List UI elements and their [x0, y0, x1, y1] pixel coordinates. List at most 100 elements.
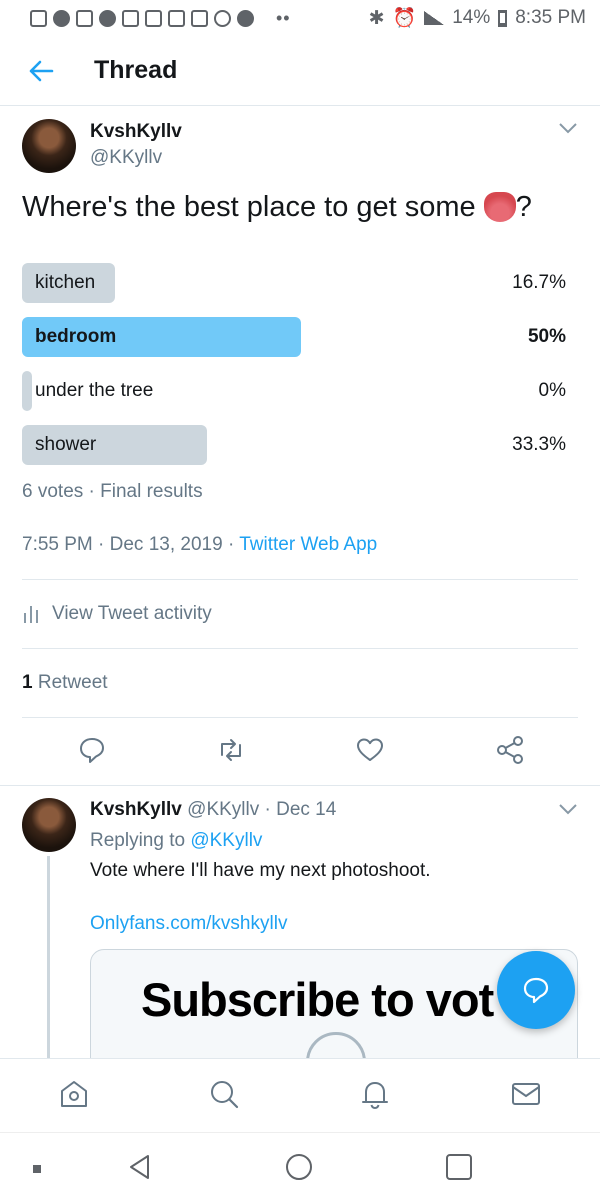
poll-option-percent: 50%: [527, 326, 566, 347]
tweet-menu-button[interactable]: [558, 121, 578, 139]
gmail-icon: [145, 9, 162, 27]
tweet-timestamp: 7:55 PM · Dec 13, 2019 · Twitter Web App: [22, 534, 377, 556]
tab-messages[interactable]: [509, 1077, 543, 1111]
share-icon: [497, 736, 523, 764]
retweet-label: Retweet: [37, 672, 108, 693]
home-icon: [61, 1081, 87, 1107]
bell-icon: [362, 1082, 388, 1110]
tweet-text: Where's the best place to get some ?: [22, 191, 532, 224]
chevron-down-icon: [559, 804, 577, 815]
card-image-text: Subscribe to vot: [141, 973, 494, 1026]
poll-option-label: kitchen: [35, 272, 96, 293]
thread-line: [47, 856, 50, 1058]
reply-icon: [80, 738, 104, 763]
home-circle-icon: [286, 1154, 312, 1180]
more-notifications-icon: ••: [276, 7, 291, 28]
tongue-emoji-icon: [483, 192, 516, 222]
poll-summary: 6 votes · Final results: [22, 481, 203, 502]
reply-handle-date: @KKyllv · Dec 14: [187, 799, 337, 820]
reply-header: KvshKyllv @KKyllv · Dec 14: [90, 799, 336, 821]
compose-reply-button[interactable]: [497, 951, 575, 1029]
replying-prefix: Replying to: [90, 830, 191, 851]
poll: kitchen 16.7% bedroom 50% under the tree…: [22, 263, 568, 479]
instagram-icon: [30, 9, 47, 27]
mail-icon: [512, 1083, 540, 1105]
divider: [22, 579, 578, 580]
battery-percent: 14%: [452, 7, 491, 28]
retweet-button[interactable]: [216, 735, 246, 765]
gmail-icon: [122, 9, 139, 27]
basketball-icon: [237, 9, 254, 27]
back-button[interactable]: [0, 59, 82, 83]
reply-author-name[interactable]: KvshKyllv: [90, 799, 182, 820]
alarm-icon: [214, 9, 231, 27]
poll-option-label: shower: [35, 434, 97, 455]
status-bar: •• ✱ ⏰ 14% 8:35 PM: [0, 0, 600, 36]
nav-home-button[interactable]: [285, 1153, 313, 1186]
divider: [22, 648, 578, 649]
poll-option: under the tree 0%: [22, 371, 568, 411]
retweet-count: 1: [22, 672, 33, 693]
reply-text: Vote where I'll have my next photoshoot.: [90, 860, 431, 881]
app-header: Thread: [0, 36, 600, 106]
avatar[interactable]: [22, 119, 76, 173]
view-activity-button[interactable]: View Tweet activity: [22, 603, 212, 625]
replying-to-handle[interactable]: @KKyllv: [190, 830, 262, 851]
retweet-stats[interactable]: 1 Retweet: [22, 672, 108, 694]
clock: 8:35 PM: [515, 7, 586, 28]
tweet-text-body: Where's the best place to get some: [22, 191, 476, 223]
avatar[interactable]: [22, 798, 76, 852]
heart-icon: [357, 738, 383, 761]
replying-to: Replying to @KKyllv: [90, 830, 262, 852]
messenger-icon: [53, 9, 70, 27]
poll-option-percent: 16.7%: [512, 272, 566, 293]
signal-icon: [424, 11, 445, 25]
recents-dot-icon[interactable]: [32, 1161, 42, 1179]
alarm-clock-icon: ⏰: [392, 8, 417, 29]
search-icon: [211, 1081, 239, 1109]
share-button[interactable]: [495, 735, 525, 765]
nav-recents-button[interactable]: [445, 1153, 473, 1186]
tweet-text-suffix: ?: [515, 191, 532, 223]
tab-notifications[interactable]: [358, 1077, 392, 1111]
poll-option: shower 33.3%: [22, 425, 568, 465]
chevron-down-icon: [559, 123, 577, 134]
reply-link[interactable]: Onlyfans.com/kvshkyllv: [90, 913, 287, 935]
notification-icons: ••: [30, 8, 291, 29]
gmail-icon: [76, 9, 93, 27]
author-name: KvshKyllv: [90, 121, 182, 142]
poll-option-label: under the tree: [35, 380, 154, 401]
tweet-actions: [0, 735, 600, 771]
activity-label: View Tweet activity: [52, 603, 212, 624]
back-triangle-icon: [130, 1155, 149, 1179]
like-button[interactable]: [355, 735, 385, 765]
poll-option-winner: bedroom 50%: [22, 317, 568, 357]
bar-chart-icon: [24, 606, 38, 623]
reply-menu-button[interactable]: [558, 802, 578, 820]
poll-option-label: bedroom: [35, 326, 117, 347]
battery-icon: [498, 9, 508, 27]
lock-icon: [306, 1032, 366, 1058]
poll-option-percent: 33.3%: [512, 434, 566, 455]
nav-back-button[interactable]: [126, 1153, 154, 1186]
reply-icon: [523, 977, 549, 1004]
voicemail-icon: [191, 9, 208, 27]
poll-option-percent: 0%: [538, 380, 566, 401]
divider: [22, 717, 578, 718]
timestamp-text: 7:55 PM · Dec 13, 2019 ·: [22, 534, 240, 555]
tweet-author[interactable]: KvshKyllv @KKyllv: [90, 121, 182, 169]
poll-option: kitchen 16.7%: [22, 263, 568, 303]
bottom-tab-bar: [0, 1058, 600, 1132]
back-arrow-icon: [29, 60, 54, 81]
tab-home[interactable]: [57, 1077, 91, 1111]
tv-icon: [99, 9, 116, 27]
square-icon: [446, 1154, 472, 1180]
system-navigation-bar: [0, 1132, 600, 1200]
reply-button[interactable]: [77, 735, 107, 765]
source-link[interactable]: Twitter Web App: [239, 534, 377, 555]
bluetooth-icon: ✱: [368, 7, 385, 29]
retweet-icon: [221, 739, 241, 761]
page-title: Thread: [94, 56, 178, 84]
author-handle: @KKyllv: [90, 147, 163, 168]
tab-search[interactable]: [207, 1077, 241, 1111]
